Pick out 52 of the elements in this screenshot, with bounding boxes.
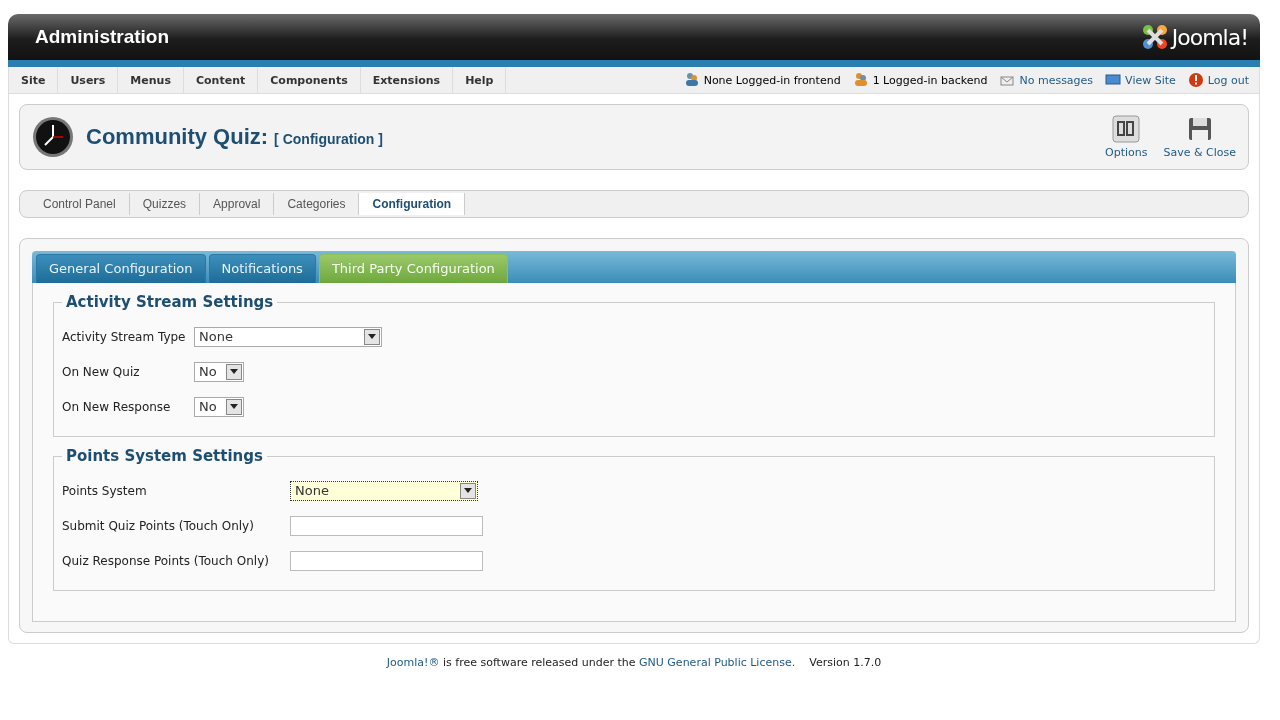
field-label: Points System: [62, 483, 148, 498]
admin-title: Administration: [35, 26, 170, 48]
save-close-button[interactable]: Save & Close: [1163, 115, 1236, 159]
page-title: Community Quiz:: [86, 124, 269, 149]
license-link[interactable]: GNU General Public License.: [639, 656, 796, 669]
alert-icon: [1187, 72, 1204, 88]
fieldset-legend: Activity Stream Settings: [62, 293, 278, 311]
joomla-logo: Joomla!: [1139, 23, 1248, 51]
monitor-icon: [1105, 72, 1122, 88]
select-field[interactable]: None: [194, 326, 382, 347]
submenu-tab[interactable]: Control Panel: [30, 193, 130, 215]
menu-item[interactable]: Help: [453, 67, 507, 93]
field-label: Activity Stream Type: [62, 329, 187, 344]
submenu-tab[interactable]: Quizzes: [129, 193, 201, 215]
fieldset-legend: Points System Settings: [62, 447, 267, 465]
caret-icon: [464, 488, 472, 493]
select-field[interactable]: None: [290, 480, 478, 501]
caret-icon: [230, 369, 238, 374]
config-tab[interactable]: Notifications: [208, 254, 316, 283]
select-field[interactable]: No: [194, 396, 244, 417]
menu-item[interactable]: Menus: [118, 67, 184, 93]
footer-text: Joomla!® is free software released under the GNU General Public License.: [386, 656, 796, 669]
menu-item[interactable]: Content: [183, 67, 259, 93]
users-icon: [852, 72, 869, 88]
status-text: None Logged-in frontend: [703, 73, 841, 87]
joomla-link[interactable]: Joomla!®: [386, 656, 440, 669]
menu-item[interactable]: Site: [9, 67, 59, 93]
field-label: Quiz Response Points (Touch Only): [62, 553, 270, 568]
field-label: On New Response: [62, 399, 172, 414]
caret-icon: [230, 404, 238, 409]
clock-icon: [32, 116, 74, 158]
status-link[interactable]: Log out: [1207, 73, 1249, 87]
select-field[interactable]: No: [194, 361, 244, 382]
menu-item[interactable]: Users: [58, 67, 119, 93]
menu-item[interactable]: Components: [258, 67, 361, 93]
input-field[interactable]: [290, 515, 483, 536]
field-label: On New Quiz: [62, 364, 141, 379]
options-button[interactable]: Options: [1105, 115, 1148, 159]
submenu-tab[interactable]: Approval: [200, 193, 275, 215]
status-link[interactable]: View Site: [1125, 73, 1176, 87]
field-label: Submit Quiz Points (Touch Only): [62, 518, 255, 533]
version-text: Version 1.7.0: [809, 656, 882, 669]
caret-icon: [368, 334, 376, 339]
status-text: 1 Logged-in backend: [872, 73, 988, 87]
users-icon: [683, 72, 700, 88]
page-subtitle: [ Configuration ]: [274, 131, 383, 147]
submenu-tab[interactable]: Configuration: [359, 193, 466, 215]
options-icon: [1112, 115, 1141, 143]
status-link[interactable]: No messages: [1019, 73, 1094, 87]
input-field[interactable]: [290, 550, 483, 571]
config-tab[interactable]: General Configuration: [36, 254, 206, 283]
menu-item[interactable]: Extensions: [360, 67, 454, 93]
